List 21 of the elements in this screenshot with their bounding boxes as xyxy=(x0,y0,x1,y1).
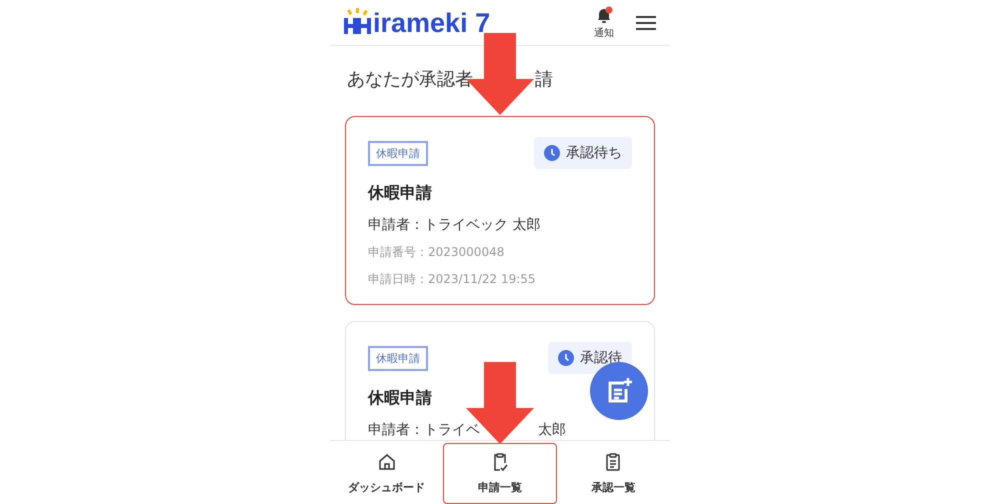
notification-button[interactable]: 通知 xyxy=(594,6,614,40)
menu-icon[interactable] xyxy=(636,16,656,30)
status-badge: 承認待ち xyxy=(534,137,632,169)
applicant-text: 申請者：トライベ xyxy=(368,421,480,439)
nav-tab[interactable]: ダッシュボード xyxy=(330,443,444,504)
type-tag: 休暇申請 xyxy=(368,346,428,370)
type-tag: 休暇申請 xyxy=(368,140,428,166)
applicant-text: 太郎 xyxy=(538,421,566,439)
clock-icon xyxy=(558,350,574,366)
card-title: 休暇申請 xyxy=(368,388,432,409)
clock-icon xyxy=(544,145,560,161)
page-heading: 請 xyxy=(535,68,553,91)
logo-text: irameki 7 xyxy=(373,8,490,38)
card-title: 休暇申請 xyxy=(368,183,432,204)
request-card[interactable]: 休暇申請 承認待ち 休暇申請 申請者：トライベック 太郎 申請番号：2023000048 申請日時：2023/11/22 19:55 xyxy=(345,116,655,305)
request-date: 申請日時：2023/11/22 19:55 xyxy=(368,271,537,288)
home-icon xyxy=(376,452,397,472)
applicant-text: 申請者：トライベック 太郎 xyxy=(368,216,540,234)
request-number: 申請番号：2023000048 xyxy=(368,244,506,261)
nav-tab[interactable]: 申請一覧 xyxy=(443,443,557,504)
nav-tab[interactable]: 承認一覧 xyxy=(556,443,670,504)
